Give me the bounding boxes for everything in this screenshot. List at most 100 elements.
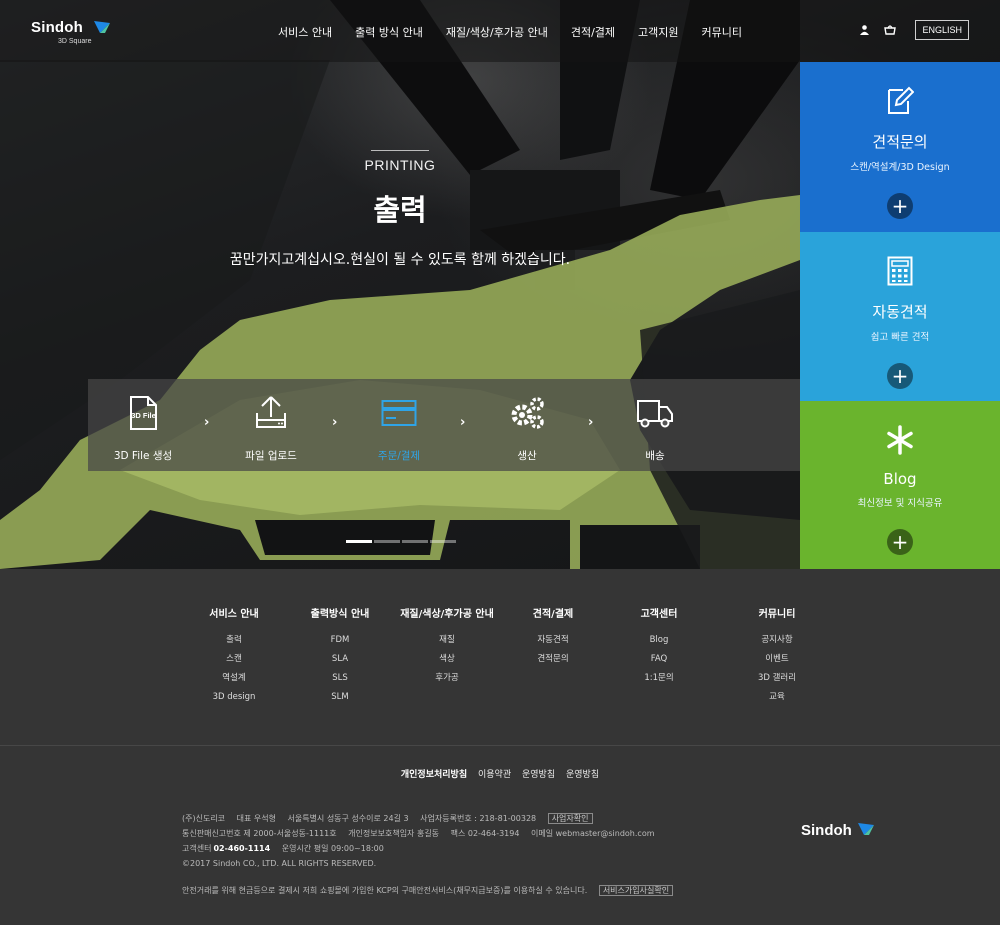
upload-icon [256, 396, 286, 428]
logo-subtitle: 3D Square [58, 38, 92, 45]
panel-subtitle: 쉽고 빠른 견적 [870, 332, 930, 343]
english-button[interactable]: ENGLISH [915, 20, 969, 40]
panel-blog[interactable]: Blog 최신정보 및 지식공유 + [800, 401, 1000, 569]
calculator-icon [887, 256, 913, 286]
footer-link[interactable]: 교육 [717, 688, 837, 707]
nav-support[interactable]: 고객지원 [638, 24, 678, 40]
plus-icon[interactable]: + [887, 363, 913, 389]
footer-link[interactable]: FAQ [599, 650, 719, 669]
step-arrow-icon: › [332, 415, 338, 430]
panel-title: Blog [883, 470, 917, 488]
footer-heading: 재질/색상/후가공 안내 [400, 609, 494, 620]
footer-link[interactable]: 스캔 [174, 650, 294, 669]
footer-link[interactable]: 견적문의 [493, 650, 613, 669]
footer-col-estimate: 견적/결제 자동견적 견적문의 [493, 605, 613, 669]
company-fax: 팩스 02-464-3194 [450, 829, 520, 838]
step-label: 주문/결제 [377, 450, 421, 462]
utility-menu: ENGLISH [857, 20, 969, 40]
footer-link[interactable]: 출력 [174, 631, 294, 650]
footer-col-print-method: 출력방식 안내 FDM SLA SLS SLM [280, 605, 400, 707]
footer-link[interactable]: 1:1문의 [599, 669, 719, 688]
plus-icon[interactable]: + [887, 193, 913, 219]
footer-link[interactable]: SLA [280, 650, 400, 669]
footer-link[interactable]: 역설계 [174, 669, 294, 688]
3d-file-icon-text: 3D File [131, 411, 156, 420]
logo-text: Sindoh [31, 19, 84, 36]
sindoh-logo[interactable]: Sindoh 3D Square [31, 19, 110, 45]
top-header: Sindoh 3D Square 서비스 안내 출력 방식 안내 재질/색상/후… [0, 0, 1000, 62]
hero-copy: PRINTING 출력 꿈만가지고계십시오.현실이 될 수 있도록 함께 하겠습… [0, 150, 800, 269]
step-upload[interactable]: 파일 업로드 [226, 395, 316, 463]
slide-indicator-3[interactable] [402, 540, 428, 543]
privacy-policy-link[interactable]: 개인정보처리방침 [401, 770, 467, 780]
slide-indicator-1[interactable] [346, 540, 372, 543]
footer-link[interactable]: 이벤트 [717, 650, 837, 669]
company-email[interactable]: 이메일 webmaster@sindoh.com [531, 829, 655, 838]
step-payment[interactable]: 주문/결제 [354, 395, 444, 463]
logo-mark-icon [857, 823, 874, 835]
company-info-row-2: 통신판매신고번호 제 2000-서울성동-1111호 개인정보보호책임자 홍길동… [182, 826, 682, 841]
nav-material[interactable]: 재질/색상/후가공 안내 [446, 24, 548, 40]
step-delivery[interactable]: 배송 [610, 395, 700, 463]
footer-link[interactable]: SLS [280, 669, 400, 688]
company-info-row-3: 고객센터 02-460-1114 운영시간 평일 09:00~18:00 [182, 841, 682, 856]
hero-banner: Sindoh 3D Square 서비스 안내 출력 방식 안내 재질/색상/후… [0, 0, 1000, 569]
privacy-officer: 개인정보보호책임자 홍길동 [348, 829, 440, 838]
user-icon[interactable] [857, 23, 871, 37]
step-label: 파일 업로드 [245, 450, 297, 462]
footer-link[interactable]: 3D 갤러리 [717, 669, 837, 688]
nav-estimate[interactable]: 견적/결제 [571, 24, 615, 40]
printing-photo-background [0, 0, 800, 569]
step-3d-file[interactable]: 3D File 3D File 생성 [98, 395, 188, 463]
terms-link[interactable]: 이용약관 [478, 770, 511, 780]
slide-indicator-4[interactable] [430, 540, 456, 543]
escrow-check-button[interactable]: 서비스가입사실확인 [598, 885, 674, 896]
mail-order-no: 통신판매신고번호 제 2000-서울성동-1111호 [182, 829, 337, 838]
footer-link[interactable]: 색상 [387, 650, 507, 669]
footer-heading: 커뮤니티 [758, 609, 796, 620]
panel-title: 자동견적 [872, 303, 928, 321]
panel-inquiry[interactable]: 견적문의 스캔/역설계/3D Design + [800, 62, 1000, 232]
cs-hours: 운영시간 평일 09:00~18:00 [281, 844, 384, 853]
card-icon [381, 400, 417, 426]
step-label: 3D File 생성 [113, 450, 173, 462]
footer-link[interactable]: SLM [280, 688, 400, 707]
nav-community[interactable]: 커뮤니티 [702, 24, 742, 40]
hero-divider [371, 150, 429, 151]
footer-logo[interactable]: Sindoh [801, 820, 874, 839]
nav-service[interactable]: 서비스 안내 [278, 24, 332, 40]
footer-link[interactable]: 후가공 [387, 669, 507, 688]
footer-heading: 출력방식 안내 [310, 609, 370, 620]
asterisk-icon [887, 425, 913, 455]
panel-title: 견적문의 [872, 133, 928, 151]
footer-col-community: 커뮤니티 공지사항 이벤트 3D 갤러리 교육 [717, 605, 837, 707]
footer-link[interactable]: Blog [599, 631, 719, 650]
escrow-note: 안전거래를 위해 현금등으로 결제시 저희 쇼핑몰에 가입한 KCP의 구매안전… [182, 886, 588, 895]
footer-link[interactable]: 자동견적 [493, 631, 613, 650]
footer-col-service: 서비스 안내 출력 스캔 역설계 3D design [174, 605, 294, 707]
footer-col-support: 고객센터 Blog FAQ 1:1문의 [599, 605, 719, 688]
step-label: 배송 [645, 450, 665, 462]
footer-link[interactable]: 재질 [387, 631, 507, 650]
footer-link[interactable]: FDM [280, 631, 400, 650]
step-arrow-icon: › [204, 415, 210, 430]
step-production[interactable]: 생산 [482, 395, 572, 463]
biz-check-button[interactable]: 사업자확인 [547, 813, 593, 824]
company-name: (주)신도리코 [182, 814, 226, 823]
operation-policy-link-2[interactable]: 운영방침 [566, 770, 599, 780]
cart-icon[interactable] [883, 23, 897, 37]
edit-icon [888, 86, 914, 114]
step-arrow-icon: › [460, 415, 466, 430]
hero-title: 출력 [373, 193, 427, 227]
operation-policy-link[interactable]: 운영방침 [522, 770, 555, 780]
slide-indicator-2[interactable] [374, 540, 400, 543]
footer-link[interactable]: 3D design [174, 688, 294, 707]
panel-auto-estimate[interactable]: 자동견적 쉽고 빠른 견적 + [800, 232, 1000, 401]
plus-icon[interactable]: + [887, 529, 913, 555]
footer-link[interactable]: 공지사항 [717, 631, 837, 650]
nav-print-method[interactable]: 출력 방식 안내 [355, 24, 423, 40]
hero-eyebrow: PRINTING [364, 157, 436, 173]
gears-icon [511, 397, 544, 429]
panel-subtitle: 최신정보 및 지식공유 [857, 498, 943, 509]
footer-heading: 고객센터 [640, 609, 678, 620]
